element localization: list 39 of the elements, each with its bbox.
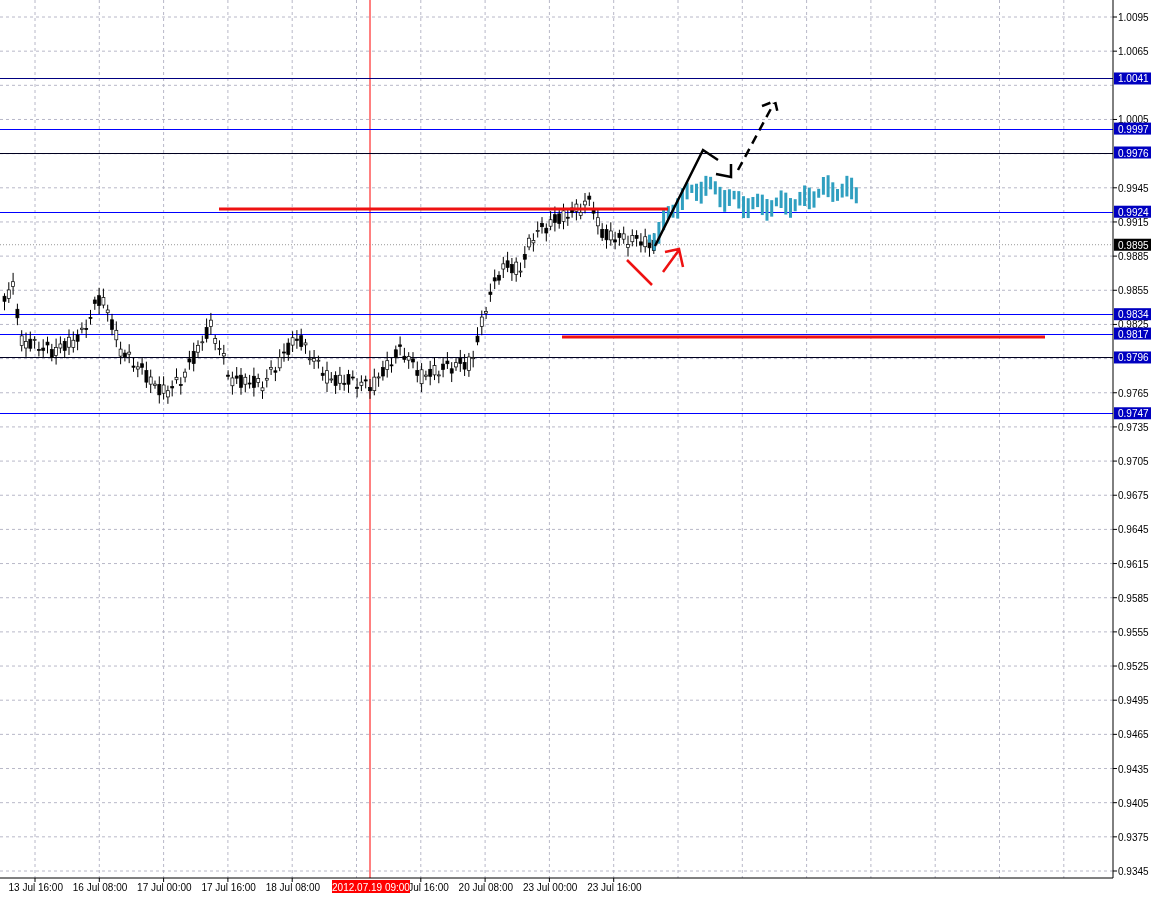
price-tick-label: 0.9465 <box>1118 729 1149 741</box>
price-tick-label: 0.9675 <box>1118 490 1149 502</box>
price-tick-label: 0.9945 <box>1118 182 1149 194</box>
price-tick-label: 0.9645 <box>1118 524 1149 536</box>
price-tick-label: 0.9855 <box>1118 285 1149 297</box>
price-tick-label: 0.9585 <box>1118 592 1149 604</box>
price-tick-label: 0.9375 <box>1118 831 1149 843</box>
level-price-tag: 0.9997 <box>1114 122 1151 135</box>
time-tick-label: 17 Jul 16:00 <box>201 882 256 893</box>
price-tick-label: 1.0065 <box>1118 46 1149 58</box>
current-price-tag: 0.9895 <box>1114 238 1151 251</box>
price-tick-label: 0.9885 <box>1118 251 1149 263</box>
level-price-tag: 1.0041 <box>1114 72 1151 85</box>
time-tick-label: 20 Jul 08:00 <box>458 882 514 893</box>
time-tick-label: 16 Jul 08:00 <box>72 882 128 893</box>
price-tick-label: 0.9735 <box>1118 421 1149 433</box>
price-tick-label: 0.9555 <box>1118 626 1149 638</box>
level-price-tag: 0.9924 <box>1114 205 1151 218</box>
price-tick-label: 0.9765 <box>1118 387 1149 399</box>
time-tick-label: 17 Jul 00:00 <box>137 882 192 893</box>
price-tick-label: 0.9615 <box>1118 558 1149 570</box>
price-tick-label: 1.0095 <box>1118 12 1149 23</box>
level-price-tag: 0.9817 <box>1114 327 1151 340</box>
time-tick-label: 18 Jul 08:00 <box>265 882 321 893</box>
level-price-tag: 0.9976 <box>1114 146 1151 159</box>
crosshair-time-tag: 2012.07.19 09:00 <box>332 880 410 893</box>
price-tick-label: 0.9525 <box>1118 661 1149 673</box>
time-tick-label: 23 Jul 00:00 <box>522 882 578 893</box>
price-tick-label: 0.9915 <box>1118 216 1149 228</box>
price-tick-label: 0.9405 <box>1118 797 1149 809</box>
level-price-tag: 0.9747 <box>1114 407 1151 420</box>
price-tick-label: 0.9705 <box>1118 456 1149 468</box>
time-tick-label: 13 Jul 16:00 <box>8 882 63 893</box>
price-tick-label: 0.9495 <box>1118 695 1149 707</box>
price-tick-label: 0.9345 <box>1118 866 1149 877</box>
level-price-tag: 0.9796 <box>1114 351 1151 364</box>
time-tick-label: 23 Jul 16:00 <box>587 882 642 893</box>
price-tick-label: 0.9435 <box>1118 763 1149 775</box>
level-price-tag: 0.9834 <box>1114 308 1151 321</box>
